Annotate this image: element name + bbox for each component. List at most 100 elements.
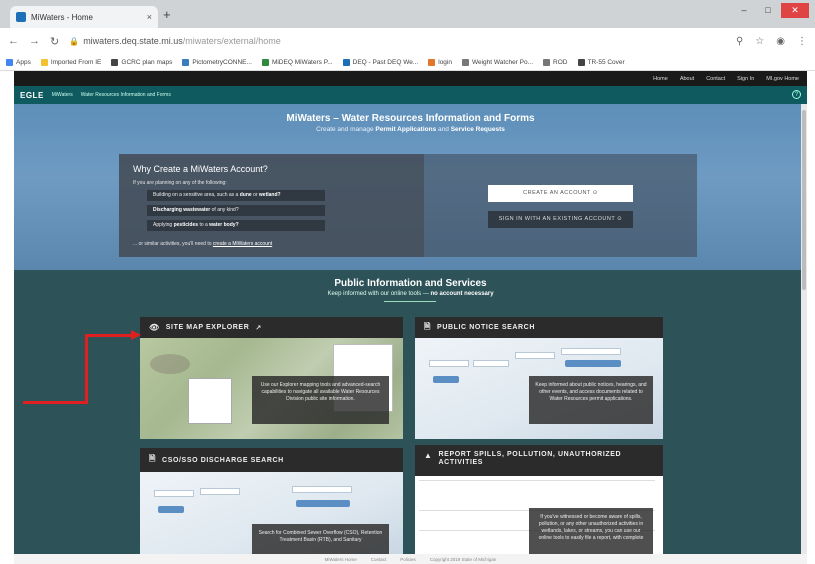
map-urban-area bbox=[150, 354, 190, 374]
footer-copyright: Copyright 2019 State of Michigan bbox=[429, 556, 497, 562]
bookmark-item[interactable]: DEQ - Past DEQ We... bbox=[342, 58, 419, 66]
bookmark-label: DEQ - Past DEQ We... bbox=[352, 58, 419, 66]
bookmark-item[interactable]: MiDEQ MiWaters P... bbox=[261, 58, 333, 66]
forward-arrow-icon[interactable]: → bbox=[29, 35, 40, 47]
hero-subtitle: Create and manage Permit Applications an… bbox=[316, 126, 505, 133]
bookmark-icon bbox=[543, 58, 551, 66]
bookmark-icon bbox=[577, 58, 585, 66]
card-title: REPORT SPILLS, POLLUTION, UNAUTHORIZED A… bbox=[438, 451, 622, 466]
public-title: Public Information and Services bbox=[334, 278, 487, 289]
annotation-arrow-segment bbox=[85, 334, 88, 404]
bookmark-item[interactable]: ROD bbox=[543, 58, 568, 66]
card-description: Search for Combined Sewer Overflow (CSO)… bbox=[252, 524, 389, 554]
preview-field bbox=[561, 348, 621, 355]
menu-kebab-icon[interactable]: ⋮ bbox=[797, 36, 807, 47]
document-search-icon: 🗎 bbox=[424, 321, 432, 331]
annotation-arrow-segment bbox=[23, 401, 87, 404]
account-reason-item: Applying pesticides to a water body? bbox=[147, 220, 325, 231]
arrow-circle-icon: ⊙ bbox=[592, 190, 598, 196]
site-map-explorer-card[interactable]: 👁 SITE MAP EXPLORER ↗ Use our Explorer m… bbox=[140, 317, 403, 439]
site-footer: MiWaters Home Contact Policies Copyright… bbox=[14, 554, 807, 564]
section-name: Water Resources Information and Forms bbox=[80, 92, 171, 98]
nav-home-link[interactable]: Home bbox=[653, 76, 668, 82]
back-arrow-icon[interactable]: ← bbox=[8, 35, 19, 47]
bookmark-icon bbox=[461, 58, 469, 66]
bookmark-label: MiDEQ MiWaters P... bbox=[271, 58, 333, 66]
bookmark-icon bbox=[6, 58, 13, 66]
bookmark-item[interactable]: Weight Watcher Po... bbox=[461, 58, 534, 66]
tab-close-icon[interactable]: × bbox=[147, 12, 152, 22]
bookmark-label: Weight Watcher Po... bbox=[471, 58, 534, 66]
account-reason-item: Discharging wastewater of any kind? bbox=[147, 205, 325, 216]
form-preview: Search for Combined Sewer Overflow (CSO)… bbox=[140, 472, 403, 554]
annotation-arrow-head-icon bbox=[131, 330, 141, 340]
new-tab-button[interactable]: + bbox=[163, 8, 171, 22]
preview-field bbox=[292, 486, 352, 493]
egle-header: EGLE MiWaters Water Resources Informatio… bbox=[14, 86, 807, 104]
zoom-icon[interactable]: ⚲ bbox=[736, 36, 743, 47]
bookmark-star-icon[interactable]: ☆ bbox=[755, 36, 764, 47]
preview-field bbox=[200, 488, 240, 495]
lock-icon: 🔒 bbox=[69, 36, 80, 46]
close-window-icon[interactable]: ✕ bbox=[781, 3, 809, 18]
create-account-link[interactable]: create a MiWaters account bbox=[213, 241, 272, 247]
bookmark-item[interactable]: Apps bbox=[6, 58, 31, 66]
preview-field bbox=[154, 490, 194, 497]
bookmark-label: Imported From IE bbox=[50, 58, 102, 66]
browser-tab[interactable]: MiWaters - Home × bbox=[10, 6, 158, 28]
preview-field bbox=[473, 360, 509, 367]
nav-contact-link[interactable]: Contact bbox=[706, 76, 725, 82]
create-account-button[interactable]: CREATE AN ACCOUNT ⊙ bbox=[488, 185, 633, 202]
preview-field bbox=[515, 352, 555, 359]
minimize-icon[interactable]: – bbox=[733, 3, 755, 18]
bookmark-icon bbox=[261, 58, 269, 66]
bookmark-item[interactable]: login bbox=[428, 58, 452, 66]
preview-pill bbox=[296, 500, 350, 507]
maximize-icon[interactable]: □ bbox=[757, 3, 779, 18]
bookmark-item[interactable]: GCRC plan maps bbox=[111, 58, 173, 66]
scrollbar-thumb[interactable] bbox=[802, 110, 806, 290]
help-icon[interactable]: ? bbox=[792, 90, 801, 99]
bookmark-item[interactable]: Imported From IE bbox=[40, 58, 102, 66]
profile-icon[interactable]: ◉ bbox=[776, 36, 785, 47]
footer-policies-link[interactable]: Policies bbox=[400, 557, 416, 562]
address-bar[interactable]: 🔒 miwaters.deq.state.mi.us/miwaters/exte… bbox=[69, 32, 726, 50]
nav-signin-link[interactable]: Sign In bbox=[737, 76, 754, 82]
card-header: 👁 SITE MAP EXPLORER ↗ bbox=[140, 317, 403, 338]
report-spills-card[interactable]: ▲ REPORT SPILLS, POLLUTION, UNAUTHORIZED… bbox=[415, 445, 663, 554]
bookmark-item[interactable]: TR-55 Cover bbox=[577, 58, 625, 66]
bookmark-label: PictometryCONNE... bbox=[192, 58, 252, 66]
bookmark-item[interactable]: PictometryCONNE... bbox=[182, 58, 252, 66]
card-title: CSO/SSO DISCHARGE SEARCH bbox=[162, 456, 284, 464]
document-search-icon: 🗎 bbox=[149, 454, 157, 463]
nav-about-link[interactable]: About bbox=[680, 76, 694, 82]
public-notice-search-card[interactable]: 🗎 PUBLIC NOTICE SEARCH Keep informed abo… bbox=[415, 317, 663, 439]
bookmark-icon bbox=[40, 58, 48, 66]
preview-pill bbox=[565, 360, 621, 367]
footer-home-link[interactable]: MiWaters Home bbox=[325, 557, 357, 562]
warning-icon: ▲ bbox=[424, 451, 433, 460]
site-favicon-icon bbox=[16, 12, 26, 22]
url-text: miwaters.deq.state.mi.us/miwaters/extern… bbox=[83, 36, 281, 46]
reload-icon[interactable]: ↻ bbox=[50, 35, 59, 48]
form-preview: If you've witnessed or become aware of s… bbox=[415, 476, 663, 554]
card-header: 🗎 CSO/SSO DISCHARGE SEARCH bbox=[140, 448, 403, 472]
card-header: ▲ REPORT SPILLS, POLLUTION, UNAUTHORIZED… bbox=[415, 445, 663, 476]
egle-logo[interactable]: EGLE bbox=[20, 91, 44, 100]
signin-existing-button[interactable]: SIGN IN WITH AN EXISTING ACCOUNT ⊙ bbox=[488, 211, 633, 228]
annotation-arrow-segment bbox=[85, 334, 133, 337]
eye-icon: 👁 bbox=[149, 323, 160, 332]
tab-title: MiWaters - Home bbox=[31, 12, 93, 22]
cso-sso-discharge-card[interactable]: 🗎 CSO/SSO DISCHARGE SEARCH Search for Co… bbox=[140, 448, 403, 554]
site-top-nav: Home About Contact Sign In MI.gov Home bbox=[14, 71, 807, 86]
bookmarks-bar: Apps Imported From IE GCRC plan maps Pictom… bbox=[0, 54, 815, 71]
bookmark-label: TR-55 Cover bbox=[587, 58, 625, 66]
app-name[interactable]: MiWaters bbox=[52, 92, 73, 98]
public-subtitle: Keep informed with our online tools — no… bbox=[327, 291, 494, 297]
footer-contact-link[interactable]: Contact bbox=[371, 557, 387, 562]
bookmark-icon bbox=[182, 58, 190, 66]
form-preview: Keep informed about public notices, hear… bbox=[415, 338, 663, 439]
nav-migov-link[interactable]: MI.gov Home bbox=[766, 76, 799, 82]
card-title: SITE MAP EXPLORER bbox=[165, 324, 250, 331]
bookmark-label: GCRC plan maps bbox=[121, 58, 173, 66]
